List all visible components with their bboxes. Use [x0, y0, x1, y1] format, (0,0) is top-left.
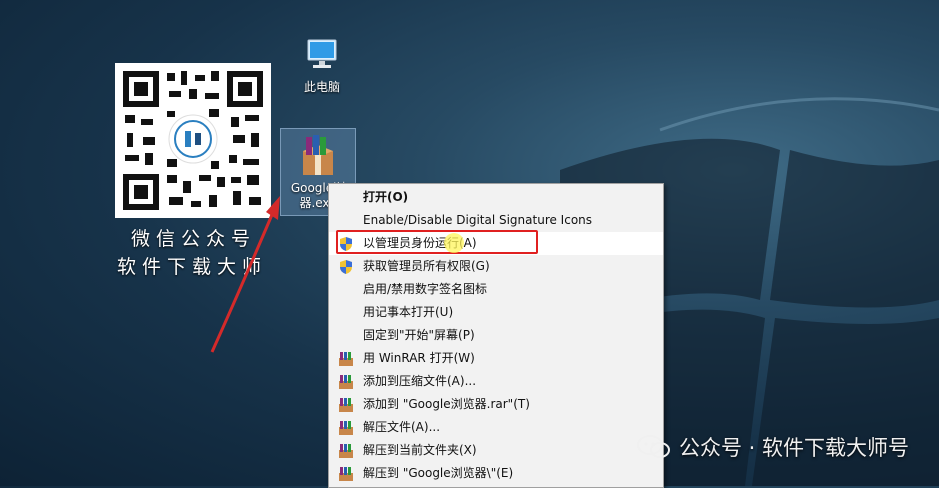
menu-item-take-ownership[interactable]: 获取管理员所有权限(G)	[329, 255, 663, 278]
menu-item-open-with-winrar[interactable]: 用 WinRAR 打开(W)	[329, 347, 663, 370]
menu-item-label: 用 WinRAR 打开(W)	[363, 351, 475, 365]
menu-item-label: Enable/Disable Digital Signature Icons	[363, 213, 593, 227]
menu-item-toggle-signature-icons[interactable]: 启用/禁用数字签名图标	[329, 278, 663, 301]
qr-caption-line2: 软件下载大师	[117, 256, 268, 278]
this-pc-label: 此电脑	[303, 80, 340, 94]
qr-code-card	[115, 63, 271, 218]
winrar-icon	[339, 467, 353, 481]
menu-item-extract-here[interactable]: 解压到当前文件夹(X)	[329, 439, 663, 462]
winrar-icon	[339, 421, 353, 435]
menu-item-label: 打开(O)	[363, 190, 409, 204]
menu-item-open[interactable]: 打开(O)	[329, 184, 663, 209]
menu-item-add-to-rar[interactable]: 添加到 "Google浏览器.rar"(T)	[329, 393, 663, 416]
wechat-icon	[636, 435, 670, 458]
menu-item-open-with-notepad[interactable]: 用记事本打开(U)	[329, 301, 663, 324]
menu-item-label: 解压到当前文件夹(X)	[363, 443, 477, 457]
computer-icon	[307, 39, 337, 68]
winrar-archive-icon	[303, 135, 333, 175]
menu-item-label: 添加到压缩文件(A)...	[363, 374, 477, 388]
winrar-icon	[339, 398, 353, 412]
desktop-icon-this-pc[interactable]: 此电脑	[284, 36, 360, 95]
menu-item-label: 添加到 "Google浏览器.rar"(T)	[363, 397, 530, 411]
context-menu: 打开(O) Enable/Disable Digital Signature I…	[328, 183, 664, 488]
watermark: 公众号 · 软件下载大师号	[636, 432, 909, 462]
menu-item-toggle-signature-icons-en[interactable]: Enable/Disable Digital Signature Icons	[329, 209, 663, 232]
menu-item-label: 用记事本打开(U)	[363, 305, 454, 319]
menu-item-label: 获取管理员所有权限(G)	[363, 259, 490, 273]
menu-item-label: 解压到 "Google浏览器\"(E)	[363, 466, 514, 480]
menu-item-pin-to-start[interactable]: 固定到"开始"屏幕(P)	[329, 324, 663, 347]
menu-item-extract-to-folder[interactable]: 解压到 "Google浏览器\"(E)	[329, 462, 663, 485]
winrar-icon	[339, 352, 353, 366]
menu-item-label: 固定到"开始"屏幕(P)	[363, 328, 475, 342]
qr-caption-line1: 微信公众号	[131, 228, 257, 250]
watermark-text: 公众号 · 软件下载大师号	[678, 436, 909, 460]
winrar-icon	[339, 444, 353, 458]
winrar-icon	[339, 375, 353, 389]
menu-item-label: 启用/禁用数字签名图标	[363, 282, 488, 296]
red-highlight-box	[336, 230, 538, 254]
menu-item-add-to-archive[interactable]: 添加到压缩文件(A)...	[329, 370, 663, 393]
mouse-cursor-highlight	[444, 233, 464, 253]
menu-item-extract-files[interactable]: 解压文件(A)...	[329, 416, 663, 439]
menu-item-label: 解压文件(A)...	[363, 420, 441, 434]
uac-shield-icon	[340, 260, 352, 274]
qr-code-icon	[115, 63, 271, 218]
